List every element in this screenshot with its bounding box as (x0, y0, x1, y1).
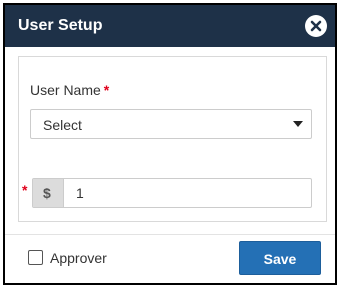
required-mark: * (103, 82, 110, 98)
user-name-select[interactable]: Select (30, 109, 312, 139)
user-setup-dialog: User Setup User Name * Select * $ 1 Appr… (3, 3, 337, 285)
amount-input-group: $ 1 (32, 178, 312, 208)
caret-down-icon (293, 121, 303, 127)
user-name-label: User Name * (30, 82, 109, 98)
currency-symbol: $ (43, 185, 51, 201)
close-button[interactable] (305, 15, 327, 37)
close-circle-icon (310, 20, 322, 32)
approver-label: Approver (50, 250, 107, 266)
user-name-select-value: Select (43, 117, 82, 133)
approver-checkbox[interactable] (28, 250, 43, 265)
save-button[interactable]: Save (239, 241, 321, 275)
footer-divider (5, 234, 335, 235)
dialog-title: User Setup (18, 17, 103, 34)
form-panel: User Name * Select * $ 1 (18, 56, 327, 222)
currency-addon: $ (33, 179, 64, 207)
amount-required-mark: * (22, 182, 28, 198)
user-name-label-text: User Name (30, 82, 101, 98)
dialog-header: User Setup (5, 5, 335, 47)
amount-input[interactable]: 1 (76, 185, 84, 201)
save-button-label: Save (263, 251, 297, 267)
